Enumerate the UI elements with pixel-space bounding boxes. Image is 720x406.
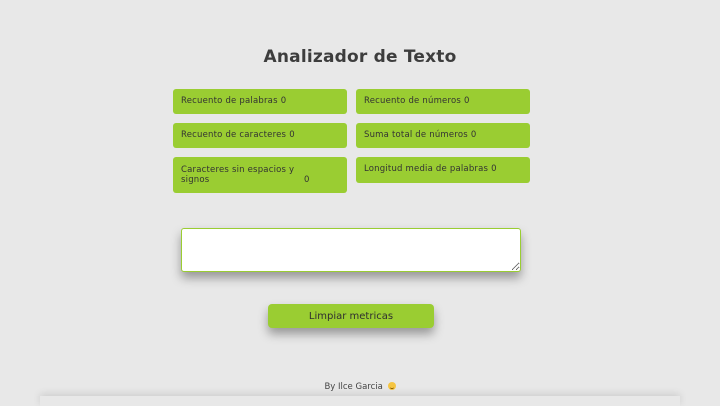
- metric-value: 0: [464, 96, 470, 106]
- metric-value: 0: [304, 175, 310, 185]
- bottom-shadow-divider: [40, 396, 680, 406]
- metric-value: 0: [280, 96, 287, 106]
- metric-value: 0: [289, 130, 295, 140]
- page-title: Analizador de Texto: [263, 47, 457, 68]
- text-input[interactable]: [181, 228, 521, 272]
- footer-credit: By Ilce Garcia: [0, 382, 720, 392]
- metric-label: Suma total de números: [364, 130, 468, 140]
- metric-average-word-length: Longitud media de palabras 0: [356, 157, 530, 183]
- metric-number-sum: Suma total de números 0: [356, 123, 530, 148]
- clear-metrics-button[interactable]: Limpiar metricas: [268, 304, 434, 328]
- metric-chars-no-spaces: Caracteres sin espacios y signos 0: [173, 157, 347, 193]
- metric-label: Recuento de caracteres: [181, 130, 287, 140]
- metric-value: 0: [470, 130, 477, 140]
- footer-credit-text: By Ilce Garcia: [324, 382, 383, 392]
- metric-label: Caracteres sin espacios y signos: [181, 165, 295, 185]
- metric-label: Recuento de palabras: [181, 96, 278, 106]
- winking-face-with-tongue-icon: [387, 382, 396, 390]
- metric-number-count: Recuento de números 0: [356, 89, 530, 114]
- metric-label: Longitud media de palabras: [364, 164, 489, 174]
- metric-character-count: Recuento de caracteres 0: [173, 123, 347, 148]
- metric-value: 0: [491, 164, 497, 174]
- text-input-wrapper: [181, 228, 521, 272]
- metric-word-count: Recuento de palabras 0: [173, 89, 347, 114]
- metric-label: Recuento de números: [364, 96, 462, 106]
